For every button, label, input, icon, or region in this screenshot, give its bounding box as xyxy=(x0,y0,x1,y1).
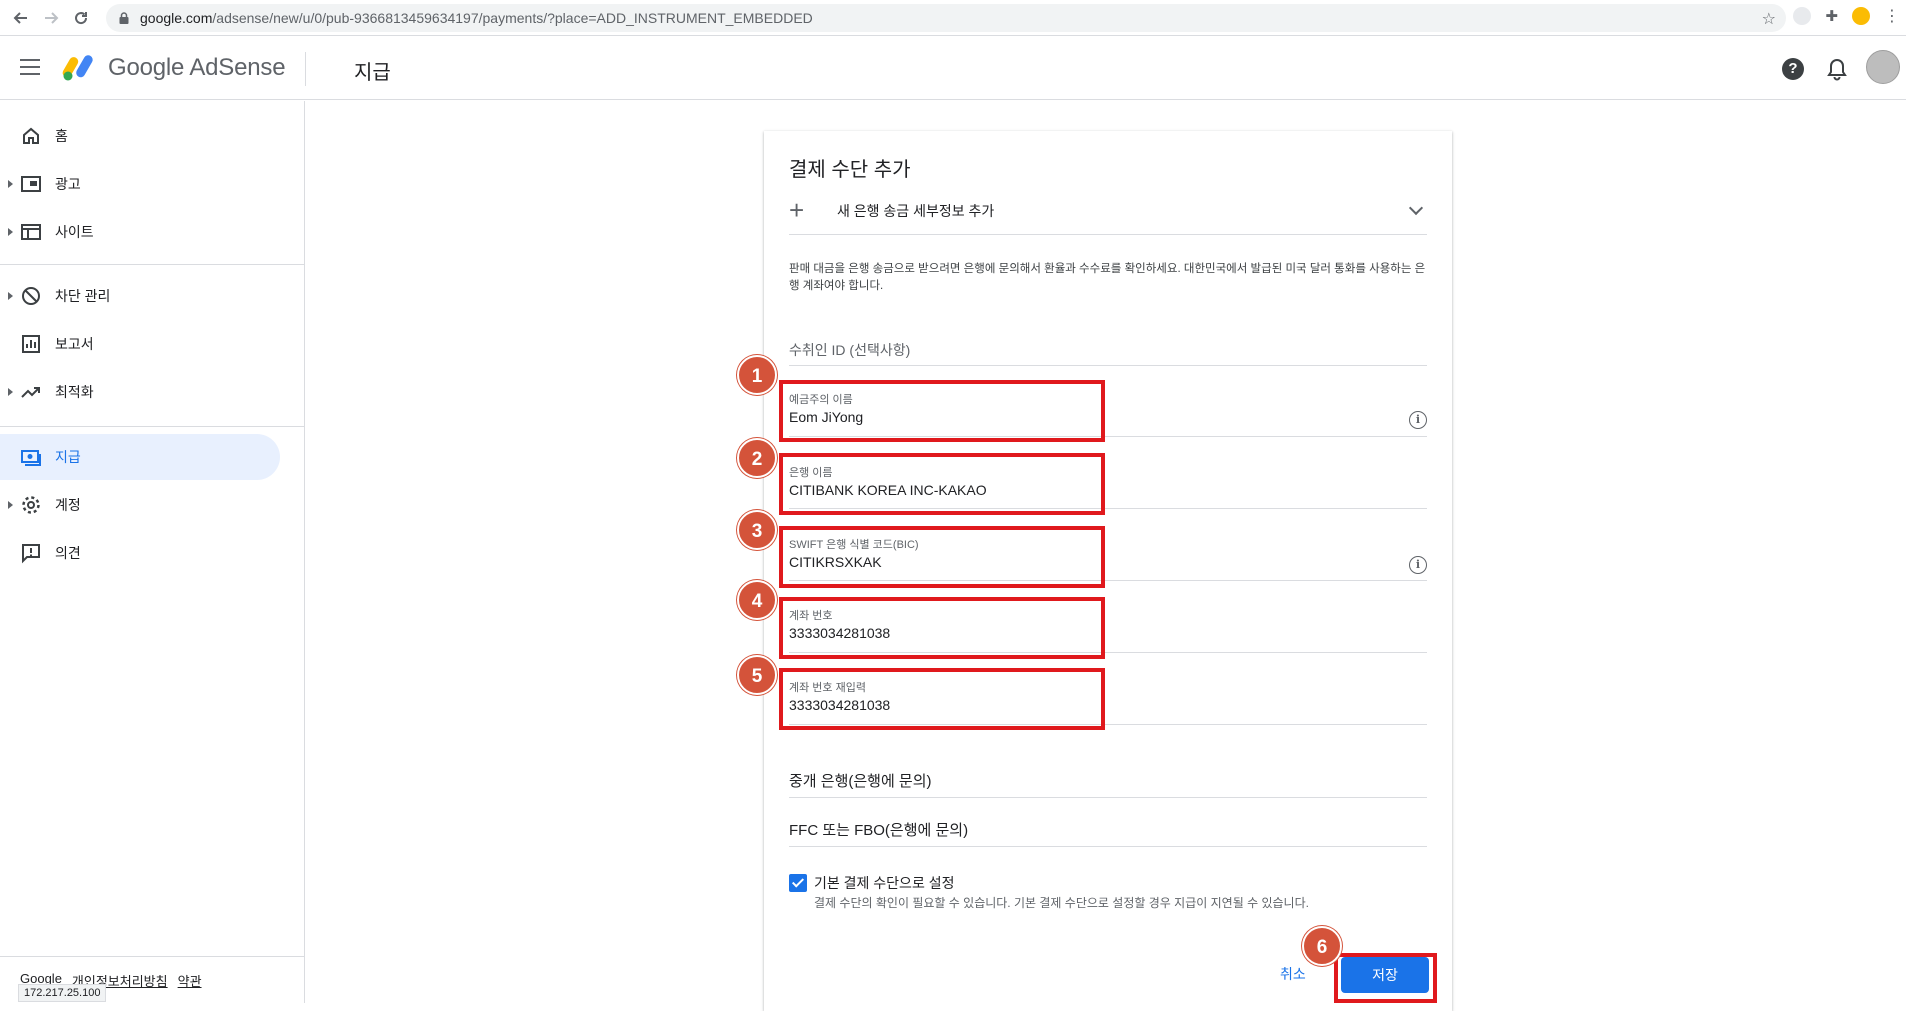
sidebar-item-account[interactable]: 계정 xyxy=(0,482,280,528)
home-icon xyxy=(23,127,39,144)
save-button[interactable]: 저장 xyxy=(1341,957,1429,993)
highlight-box xyxy=(779,380,1105,442)
header-divider xyxy=(305,52,306,86)
step-badge: 4 xyxy=(737,580,777,620)
ffc-placeholder: FFC 또는 FBO(은행에 문의) xyxy=(789,822,969,839)
trending-up-icon xyxy=(21,387,40,398)
bookmark-star-icon[interactable]: ☆ xyxy=(1762,9,1776,29)
intermediary-bank-field[interactable]: 중개 은행(은행에 문의) xyxy=(789,764,1427,798)
highlight-box xyxy=(779,597,1105,659)
expand-arrow-icon[interactable] xyxy=(8,292,13,300)
sidebar-item-label: 홈 xyxy=(55,128,68,144)
sidebar-item-label: 계정 xyxy=(55,497,81,513)
chevron-down-icon[interactable] xyxy=(1408,200,1424,216)
profile-emoji-icon[interactable] xyxy=(1852,7,1870,25)
sidebar-divider xyxy=(0,956,305,957)
add-bank-label: 새 은행 송금 세부정보 추가 xyxy=(837,203,995,219)
info-icon[interactable]: i xyxy=(1409,411,1427,429)
cancel-button[interactable]: 취소 xyxy=(1280,964,1306,984)
add-bank-transfer-row[interactable]: + 새 은행 송금 세부정보 추가 xyxy=(789,191,1427,235)
puzzle-icon[interactable]: ✚ xyxy=(1825,7,1838,25)
sidebar: 홈 광고 사이트 차단 관리 보고서 최적화 지급 계정 의견 Google 개… xyxy=(0,101,305,1003)
sidebar-divider xyxy=(0,264,305,265)
expand-arrow-icon[interactable] xyxy=(8,388,13,396)
intermediary-placeholder: 중개 은행(은행에 문의) xyxy=(789,773,932,790)
expand-arrow-icon[interactable] xyxy=(8,180,13,188)
adsense-logo-icon xyxy=(62,55,93,81)
sidebar-item-home[interactable]: 홈 xyxy=(0,113,280,159)
lock-icon xyxy=(119,12,129,24)
ffc-fbo-field[interactable]: FFC 또는 FBO(은행에 문의) xyxy=(789,813,1427,847)
expand-arrow-icon[interactable] xyxy=(8,501,13,509)
sidebar-divider xyxy=(0,426,305,427)
gear-icon xyxy=(22,496,40,514)
avatar[interactable] xyxy=(1866,50,1900,84)
sidebar-item-label: 광고 xyxy=(55,176,81,192)
sites-icon xyxy=(21,224,41,240)
plus-icon: + xyxy=(789,195,805,225)
payee-id-field[interactable]: 수취인 ID (선택사항) xyxy=(789,334,1427,366)
more-vert-icon[interactable]: ⋮ xyxy=(1884,6,1900,26)
status-ip-tooltip: 172.217.25.100 xyxy=(18,984,107,1002)
step-badge: 3 xyxy=(737,510,777,550)
sidebar-item-reports[interactable]: 보고서 xyxy=(0,321,280,367)
feedback-icon xyxy=(22,544,40,564)
address-bar[interactable]: google.com/adsense/new/u/0/pub-936681345… xyxy=(106,4,1786,32)
sidebar-item-label: 사이트 xyxy=(55,224,94,240)
logo-text: Google AdSense xyxy=(108,54,286,81)
app-header: Google AdSense 지급 ? xyxy=(0,37,1906,100)
reload-icon[interactable] xyxy=(70,7,92,29)
sidebar-item-label: 최적화 xyxy=(55,384,94,400)
step-badge: 1 xyxy=(737,355,777,395)
page-title: 지급 xyxy=(354,62,391,84)
url-text: google.com/adsense/new/u/0/pub-936681345… xyxy=(140,10,813,26)
highlight-box xyxy=(779,526,1105,588)
sidebar-item-label: 보고서 xyxy=(55,336,94,352)
expand-arrow-icon[interactable] xyxy=(8,228,13,236)
info-icon[interactable]: i xyxy=(1409,556,1427,574)
sidebar-item-sites[interactable]: 사이트 xyxy=(0,209,280,255)
payments-icon xyxy=(21,450,41,466)
card-title: 결제 수단 추가 xyxy=(789,159,911,181)
forward-icon[interactable] xyxy=(40,7,62,29)
sidebar-item-blocking[interactable]: 차단 관리 xyxy=(0,273,280,319)
step-badge: 6 xyxy=(1302,926,1342,966)
sidebar-item-payments[interactable]: 지급 xyxy=(0,434,280,480)
sidebar-item-feedback[interactable]: 의견 xyxy=(0,530,280,576)
sidebar-item-label: 의견 xyxy=(55,545,81,561)
default-payment-label: 기본 결제 수단으로 설정 xyxy=(814,875,955,891)
step-badge: 5 xyxy=(737,655,777,695)
highlight-box xyxy=(779,668,1105,730)
default-payment-hint: 결제 수단의 확인이 필요할 수 있습니다. 기본 결제 수단으로 설정할 경우… xyxy=(814,896,1309,910)
extension-icon[interactable] xyxy=(1793,7,1812,25)
browser-toolbar: google.com/adsense/new/u/0/pub-936681345… xyxy=(0,0,1906,36)
reports-icon xyxy=(22,335,40,353)
sidebar-item-label: 지급 xyxy=(55,449,81,465)
back-icon[interactable] xyxy=(10,7,32,29)
sidebar-item-label: 차단 관리 xyxy=(55,288,111,304)
bank-notice-text: 판매 대금을 은행 송금으로 받으려면 은행에 문의해서 환율과 수수료를 확인… xyxy=(789,263,1426,292)
default-payment-checkbox[interactable] xyxy=(789,874,807,892)
sidebar-item-optimization[interactable]: 최적화 xyxy=(0,369,280,415)
notifications-bell-icon[interactable] xyxy=(1826,57,1848,81)
ads-icon xyxy=(21,176,41,192)
step-badge: 2 xyxy=(737,438,777,478)
help-icon[interactable]: ? xyxy=(1782,58,1804,80)
terms-link[interactable]: 약관 xyxy=(178,971,202,990)
block-icon xyxy=(22,287,40,305)
payee-id-placeholder: 수취인 ID (선택사항) xyxy=(789,342,911,358)
hamburger-menu-icon[interactable] xyxy=(20,59,40,75)
sidebar-item-ads[interactable]: 광고 xyxy=(0,161,280,207)
highlight-box xyxy=(779,453,1105,515)
